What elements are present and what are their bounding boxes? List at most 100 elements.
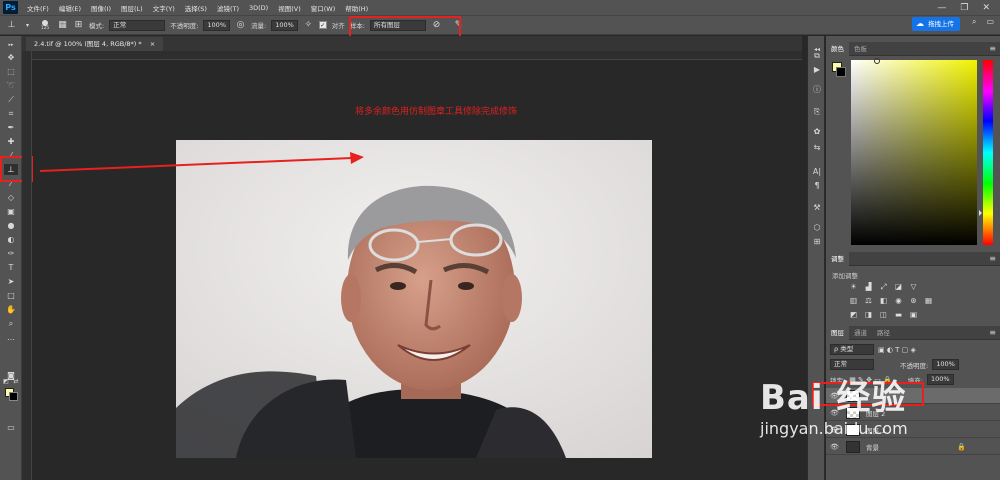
photo-filter-icon[interactable]: ◉: [893, 296, 904, 306]
3d-icon[interactable]: ⬡: [811, 222, 823, 234]
color-lookup-icon[interactable]: ▦: [923, 296, 934, 306]
info-icon[interactable]: ⓘ: [811, 84, 823, 96]
exposure-icon[interactable]: ◪: [893, 282, 904, 292]
minimize-button[interactable]: —: [937, 3, 946, 13]
clone-source-panel-icon[interactable]: ⊞: [73, 20, 84, 31]
menu-3d[interactable]: 3D(D): [244, 4, 273, 12]
screen-mode-icon[interactable]: ▭: [4, 422, 18, 433]
color-balance-icon[interactable]: ⚖: [863, 296, 874, 306]
selective-color-icon[interactable]: ▣: [908, 310, 919, 320]
workspace-icon[interactable]: ▭: [986, 17, 994, 27]
character-icon[interactable]: A|: [811, 166, 823, 178]
curves-icon[interactable]: ⤢: [878, 282, 889, 292]
hue-saturation-icon[interactable]: ▥: [848, 296, 859, 306]
hue-slider[interactable]: [983, 60, 993, 245]
history-icon[interactable]: ⧉: [811, 50, 823, 62]
layer-opacity-field[interactable]: 100%: [932, 359, 959, 370]
libraries-icon[interactable]: ⊞: [811, 236, 823, 248]
menu-select[interactable]: 选择(S): [180, 3, 212, 13]
tab-layers[interactable]: 图层: [826, 325, 849, 340]
brightness-contrast-icon[interactable]: ☀: [848, 282, 859, 292]
more-tools-icon[interactable]: …: [4, 332, 18, 343]
quick-mask-icon[interactable]: ◙: [4, 370, 18, 381]
invert-icon[interactable]: ◩: [848, 310, 859, 320]
shape-tool-icon[interactable]: □: [4, 290, 18, 301]
pen-tool-icon[interactable]: ✑: [4, 248, 18, 259]
eyedropper-tool-icon[interactable]: ✒: [4, 122, 18, 133]
search-icon[interactable]: ⌕: [972, 17, 976, 27]
gradient-map-icon[interactable]: ▬: [893, 310, 904, 320]
tool-presets-icon[interactable]: ⚒: [811, 202, 823, 214]
clone-source-icon[interactable]: ⎘: [811, 106, 823, 118]
share-button[interactable]: ☁ 拖拽上传: [912, 17, 960, 31]
blur-tool-icon[interactable]: ●: [4, 220, 18, 231]
filter-icons[interactable]: ▣ ◐ T ▢ ◈: [878, 346, 916, 354]
lasso-tool-icon[interactable]: ➰: [4, 80, 18, 91]
zoom-tool-icon[interactable]: ⌕: [4, 318, 18, 329]
crop-tool-icon[interactable]: ⌗: [4, 108, 18, 119]
actions-play-icon[interactable]: ▶: [811, 64, 823, 76]
move-tool-icon[interactable]: ✥: [4, 52, 18, 63]
close-button[interactable]: ✕: [982, 3, 990, 13]
tab-adjustments[interactable]: 调整: [826, 251, 849, 266]
eraser-tool-icon[interactable]: ◇: [4, 192, 18, 203]
aligned-checkbox[interactable]: ✓: [318, 21, 327, 29]
menu-edit[interactable]: 编辑(E): [54, 3, 86, 13]
levels-icon[interactable]: ▟: [863, 282, 874, 292]
healing-brush-tool-icon[interactable]: ✚: [4, 136, 18, 147]
hand-tool-icon[interactable]: ✋: [4, 304, 18, 315]
paragraph-icon[interactable]: ¶: [811, 180, 823, 192]
blend-mode-select[interactable]: 正常: [830, 359, 874, 370]
pressure-opacity-icon[interactable]: ◎: [235, 20, 246, 31]
dodge-tool-icon[interactable]: ◐: [4, 234, 18, 245]
marquee-tool-icon[interactable]: ⬚: [4, 66, 18, 77]
properties-icon[interactable]: ⇆: [811, 142, 823, 154]
panel-menu-icon[interactable]: ≡: [989, 44, 996, 53]
maximize-button[interactable]: ❐: [960, 3, 968, 13]
channel-mixer-icon[interactable]: ⊛: [908, 296, 919, 306]
menu-file[interactable]: 文件(F): [22, 3, 54, 13]
panel-menu-icon[interactable]: ≡: [989, 328, 996, 337]
menu-layer[interactable]: 图层(L): [116, 3, 148, 13]
tab-channels[interactable]: 通道: [849, 326, 872, 340]
menu-type[interactable]: 文字(Y): [148, 3, 180, 13]
document-image[interactable]: [176, 140, 652, 458]
brush-panel-icon[interactable]: ▦: [57, 20, 68, 31]
menu-image[interactable]: 图像(I): [86, 3, 116, 13]
gradient-tool-icon[interactable]: ▣: [4, 206, 18, 217]
vibrance-icon[interactable]: ▽: [908, 282, 919, 292]
brush-preset-picker[interactable]: 125: [38, 19, 52, 31]
posterize-icon[interactable]: ◨: [863, 310, 874, 320]
panel-menu-icon[interactable]: ≡: [989, 254, 996, 263]
menu-filter[interactable]: 滤镜(T): [212, 3, 244, 13]
fill-field[interactable]: 100%: [926, 374, 954, 385]
clone-stamp-tool-icon[interactable]: ⊥: [6, 20, 17, 31]
close-tab-icon[interactable]: ×: [150, 40, 155, 48]
menu-window[interactable]: 窗口(W): [306, 3, 341, 13]
black-white-icon[interactable]: ◧: [878, 296, 889, 306]
tab-color[interactable]: 颜色: [826, 41, 849, 56]
hue-slider-handle[interactable]: [979, 210, 982, 216]
collapse-tools-icon[interactable]: ▸▸: [4, 40, 18, 51]
flow-field[interactable]: 100%: [271, 19, 298, 31]
tab-paths[interactable]: 路径: [872, 326, 895, 340]
path-select-tool-icon[interactable]: ➤: [4, 276, 18, 287]
color-picker-cursor[interactable]: [874, 58, 880, 64]
mode-select[interactable]: 正常: [109, 19, 166, 31]
brush-presets-icon[interactable]: ✿: [811, 126, 823, 138]
threshold-icon[interactable]: ◫: [878, 310, 889, 320]
document-tab[interactable]: 2.4.tif @ 100% (图层 4, RGB/8*) * ×: [26, 37, 164, 51]
panel-background-swatch[interactable]: [836, 67, 846, 77]
visibility-eye-icon[interactable]: 👁: [830, 443, 840, 451]
menu-help[interactable]: 帮助(H): [340, 3, 373, 13]
layer-filter-select[interactable]: ρ 类型: [830, 344, 874, 355]
opacity-field[interactable]: 100%: [203, 19, 230, 31]
layer-row[interactable]: 👁 背景 🔒: [826, 439, 1000, 455]
tab-swatches[interactable]: 色板: [849, 42, 872, 56]
quick-select-tool-icon[interactable]: ⟋: [4, 94, 18, 105]
color-picker-field[interactable]: [851, 60, 977, 245]
chevron-down-icon[interactable]: ▾: [22, 20, 33, 31]
airbrush-icon[interactable]: ✧: [303, 20, 314, 31]
menu-view[interactable]: 视图(V): [273, 3, 306, 13]
type-tool-icon[interactable]: T: [4, 262, 18, 273]
